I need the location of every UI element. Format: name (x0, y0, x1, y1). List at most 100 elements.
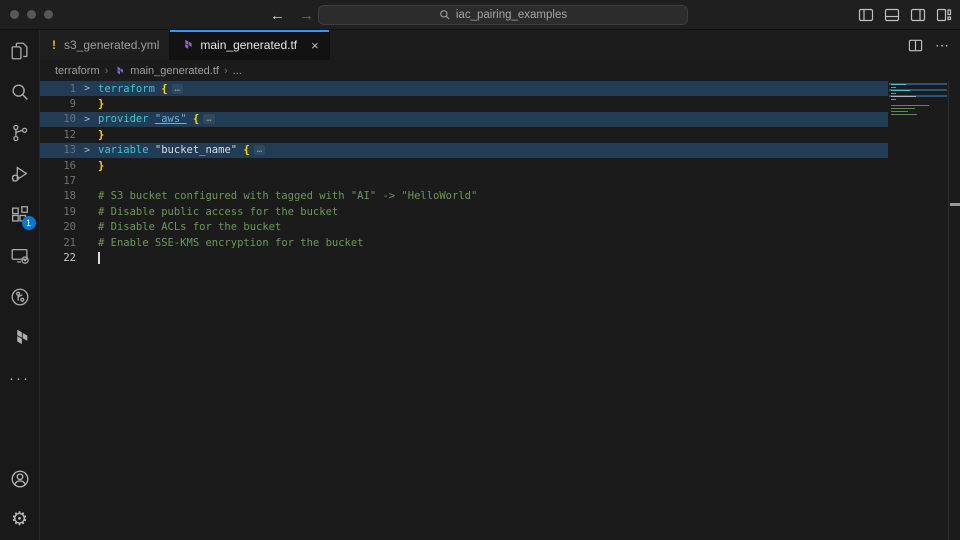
tab-close-icon[interactable]: × (311, 38, 319, 53)
token-kw: terraform (98, 83, 161, 95)
token-fold: … (203, 114, 214, 124)
tab-bar: ! s3_generated.yml main_generated.tf × ⋯ (40, 30, 960, 60)
code-editor[interactable]: 1>terraform {…9}10>provider "aws" {…12}1… (40, 81, 960, 540)
breadcrumb: terraform › main_generated.tf › ... (40, 60, 960, 81)
nav-forward-icon[interactable]: → (299, 7, 314, 24)
chevron-right-icon: › (224, 65, 228, 77)
code-lines: 1>terraform {…9}10>provider "aws" {…12}1… (40, 81, 888, 266)
line-number: 22 (40, 252, 76, 264)
line-number: 21 (40, 237, 76, 249)
line-number: 17 (40, 175, 76, 187)
token-comment: # Enable SSE-KMS encryption for the buck… (98, 237, 364, 249)
tab-main-generated-tf[interactable]: main_generated.tf × (170, 30, 329, 60)
line-number: 10 (40, 113, 76, 125)
code-line-21[interactable]: 21 # Enable SSE-KMS encryption for the bu… (40, 235, 888, 250)
code-line-12[interactable]: 12} (40, 127, 888, 142)
token-str: "bucket_name" (155, 144, 237, 156)
source-control-icon[interactable] (0, 112, 40, 153)
code-line-16[interactable]: 16} (40, 158, 888, 173)
token-comment: # Disable public access for the bucket (98, 206, 338, 218)
minimap-line (889, 92, 947, 94)
token-brace: } (98, 129, 104, 141)
terraform-file-icon (180, 38, 194, 52)
git-graph-icon[interactable] (0, 276, 40, 317)
line-number: 9 (40, 98, 76, 110)
code-line-22[interactable]: 22 (40, 250, 888, 265)
token-kw: variable (98, 144, 155, 156)
code-line-19[interactable]: 19 # Disable public access for the bucket (40, 204, 888, 219)
line-number: 20 (40, 221, 76, 233)
minimap[interactable] (889, 83, 947, 119)
code-line-20[interactable]: 20 # Disable ACLs for the bucket (40, 220, 888, 235)
fold-chevron-icon[interactable]: > (76, 83, 98, 94)
nav-back-icon[interactable]: ← (270, 7, 285, 24)
token-brace: { (243, 144, 249, 156)
vscode-window: ← → iac_pairing_examples (0, 0, 960, 540)
terraform-file-icon (113, 65, 125, 77)
chevron-right-icon: › (105, 65, 109, 77)
toggle-panel-icon[interactable] (884, 7, 900, 23)
run-debug-icon[interactable] (0, 153, 40, 194)
code-line-17[interactable]: 17 (40, 173, 888, 188)
overview-ruler-mark (950, 203, 960, 206)
customize-layout-icon[interactable] (936, 7, 952, 23)
line-number: 19 (40, 206, 76, 218)
maximize-window-button[interactable] (44, 10, 53, 19)
code-line-13[interactable]: 13>variable "bucket_name" {… (40, 143, 888, 158)
token-link: "aws" (155, 113, 187, 125)
minimap-line (889, 116, 947, 118)
traffic-lights[interactable] (10, 10, 53, 19)
extensions-badge: 1 (22, 216, 36, 230)
minimap-line (889, 110, 947, 112)
activity-bar: 1 ··· (0, 30, 40, 540)
minimap-line (889, 104, 947, 106)
search-icon (439, 9, 451, 21)
minimap-line (889, 83, 947, 85)
accounts-icon[interactable] (0, 458, 40, 499)
command-center-search[interactable]: iac_pairing_examples (318, 5, 688, 25)
line-number: 16 (40, 160, 76, 172)
remote-explorer-icon[interactable] (0, 235, 40, 276)
token-kw: provider (98, 113, 155, 125)
terraform-sidebar-icon[interactable] (0, 317, 40, 358)
minimap-line (889, 95, 947, 97)
line-number: 12 (40, 129, 76, 141)
text-cursor (98, 252, 100, 264)
split-editor-icon[interactable] (908, 38, 923, 53)
minimap-line (889, 86, 947, 88)
yaml-warning-icon: ! (50, 38, 58, 52)
search-sidebar-icon[interactable] (0, 71, 40, 112)
title-bar: ← → iac_pairing_examples (0, 0, 960, 30)
minimize-window-button[interactable] (27, 10, 36, 19)
line-number: 1 (40, 83, 76, 95)
explorer-icon[interactable] (0, 30, 40, 71)
code-line-9[interactable]: 9} (40, 96, 888, 111)
code-line-10[interactable]: 10>provider "aws" {… (40, 112, 888, 127)
minimap-line (889, 98, 947, 100)
close-window-button[interactable] (10, 10, 19, 19)
fold-chevron-icon[interactable]: > (76, 145, 98, 156)
tab-label: s3_generated.yml (64, 38, 159, 52)
code-line-18[interactable]: 18 # S3 bucket configured with tagged wit… (40, 189, 888, 204)
token-brace: { (161, 83, 167, 95)
overview-ruler[interactable] (948, 81, 960, 540)
toggle-primary-sidebar-icon[interactable] (858, 7, 874, 23)
token-comment: # S3 bucket configured with tagged with … (98, 190, 477, 202)
breadcrumb-symbol-more[interactable]: ... (233, 65, 242, 77)
breadcrumb-file[interactable]: main_generated.tf (130, 65, 219, 77)
activity-bar-more-icon[interactable]: ··· (0, 358, 40, 399)
settings-gear-icon[interactable]: ⚙ (0, 499, 40, 540)
token-comment: # Disable ACLs for the bucket (98, 221, 281, 233)
breadcrumb-folder[interactable]: terraform (55, 65, 100, 77)
fold-chevron-icon[interactable]: > (76, 114, 98, 125)
tab-label: main_generated.tf (200, 38, 297, 52)
line-number: 18 (40, 190, 76, 202)
tab-s3-generated-yml[interactable]: ! s3_generated.yml (40, 30, 170, 60)
toggle-secondary-sidebar-icon[interactable] (910, 7, 926, 23)
editor-more-actions-icon[interactable]: ⋯ (935, 37, 950, 54)
token-brace: } (98, 98, 104, 110)
extensions-icon[interactable]: 1 (0, 194, 40, 235)
minimap-line (889, 107, 947, 109)
token-fold: … (254, 145, 265, 155)
code-line-1[interactable]: 1>terraform {… (40, 81, 888, 96)
